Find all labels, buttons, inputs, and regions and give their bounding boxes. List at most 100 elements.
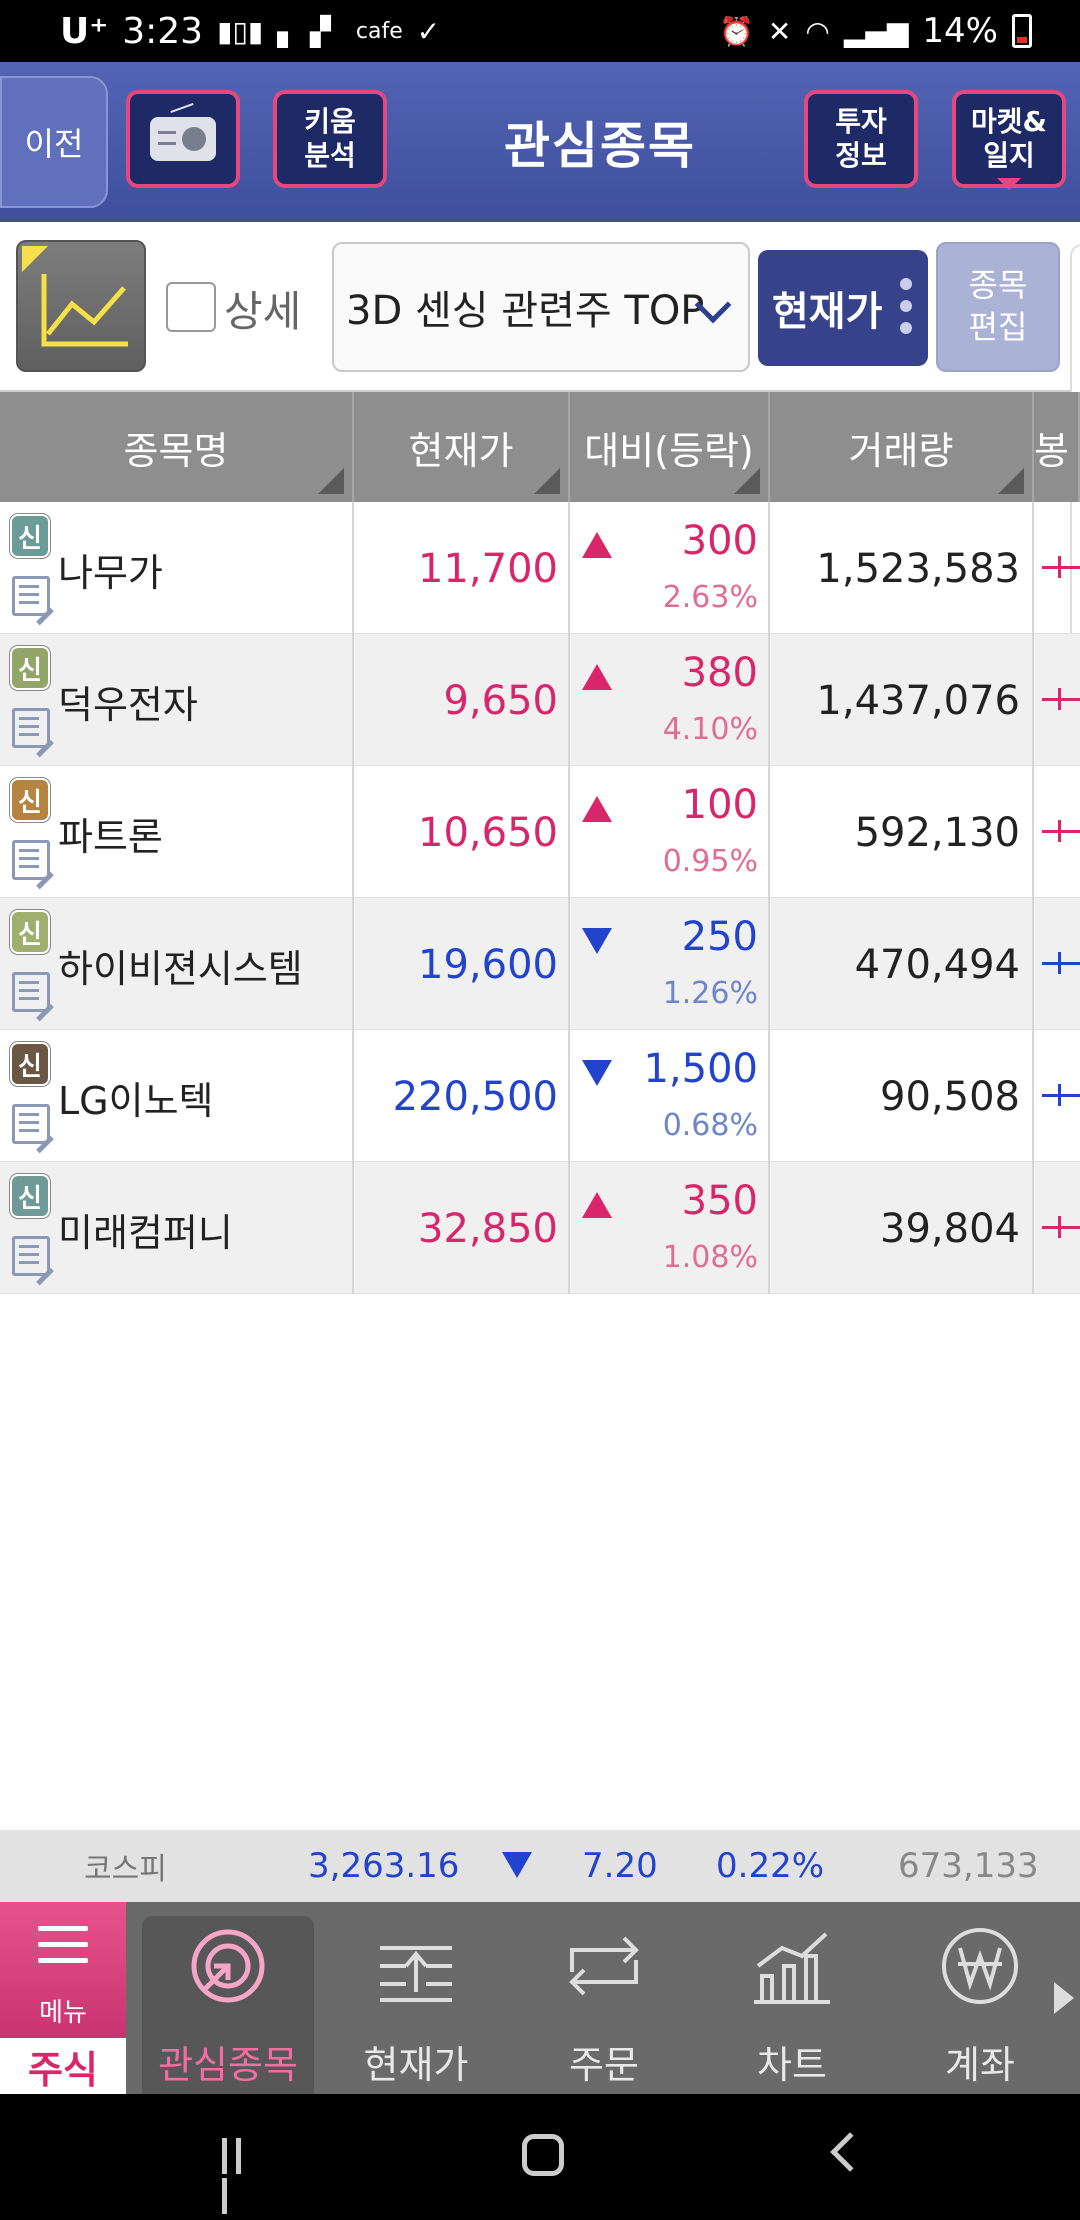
change-value: 350 [681, 1178, 758, 1224]
market-label-line1: 마켓& [971, 105, 1047, 139]
stock-category-tab[interactable]: 주식 [0, 2038, 126, 2094]
change-percent: 0.95% [662, 844, 758, 879]
kiwoom-analysis-button[interactable]: 키움 분석 [273, 90, 387, 188]
current-price-label: 현재가 [772, 289, 883, 335]
scroll-right-icon[interactable] [1054, 1982, 1074, 2014]
volume: 1,523,583 [816, 546, 1020, 592]
change-cell: 380 4.10% [570, 634, 770, 766]
index-name: 코스피 [84, 1852, 167, 1887]
tab-current-price[interactable]: 현재가 [330, 1916, 502, 2094]
up-arrow-icon [582, 1192, 612, 1218]
name-cell: 신 미래컴퍼니 [0, 1162, 354, 1294]
stock-name: 덕우전자 [58, 683, 198, 727]
stock-chart-notification-icon: ▮▯▮ [217, 14, 264, 48]
memo-icon[interactable] [12, 1104, 50, 1144]
down-arrow-icon [582, 1060, 612, 1086]
tab-watchlist[interactable]: 관심종목 [142, 1916, 314, 2094]
table-row[interactable]: 신 덕우전자 9,650 380 4.10% 1,437,076 [0, 634, 1080, 766]
sort-icon [534, 468, 560, 494]
change-cell: 350 1.08% [570, 1162, 770, 1294]
current-price: 19,600 [418, 942, 558, 988]
app-header: 이전 키움 분석 관심종목 투자 정보 마켓& 일지 [0, 62, 1080, 222]
market-label-line2: 일지 [983, 139, 1035, 172]
memo-icon[interactable] [12, 708, 50, 748]
cell-signal-icon: ▂▄▆ [843, 14, 909, 48]
index-volume: 673,133 [898, 1846, 1039, 1886]
header-stock-name[interactable]: 종목명 [0, 392, 354, 502]
table-row[interactable]: 신 하이비젼시스템 19,600 250 1.26% 470,494 [0, 898, 1080, 1030]
tab-account[interactable]: 계좌 [894, 1916, 1066, 2094]
down-arrow-icon [502, 1852, 532, 1878]
index-change: 7.20 [582, 1846, 658, 1886]
clock: 3:23 [122, 10, 204, 52]
volume: 90,508 [880, 1074, 1020, 1120]
credit-badge: 신 [10, 1174, 50, 1218]
menu-button[interactable]: 메뉴 [0, 1902, 126, 2038]
candle-cell [1034, 1030, 1080, 1162]
table-row[interactable]: 신 LG이노텍 220,500 1,500 0.68% 90,508 [0, 1030, 1080, 1162]
market-journal-button[interactable]: 마켓& 일지 [952, 90, 1066, 190]
wifi-icon: ◠ [805, 14, 830, 48]
page-title: 관심종목 [504, 117, 696, 175]
edit-label-line2: 편집 [968, 308, 1028, 346]
home-icon[interactable] [522, 2134, 564, 2176]
memo-icon[interactable] [12, 840, 50, 880]
investment-info-button[interactable]: 투자 정보 [804, 90, 918, 188]
mini-candle-icon [1042, 688, 1080, 710]
stock-name: 미래컴퍼니 [58, 1211, 233, 1255]
detail-checkbox[interactable] [166, 282, 216, 332]
more-options-icon [900, 278, 914, 344]
tab-label: 관심종목 [158, 2043, 298, 2087]
tab-chart[interactable]: 차트 [706, 1916, 878, 2094]
alarm-icon: ⏰ [719, 14, 754, 48]
header-volume[interactable]: 거래량 [770, 392, 1034, 502]
signal-notification-icon: ▖▗▘ [277, 14, 342, 48]
memo-icon[interactable] [12, 972, 50, 1012]
watchlist-group-select[interactable]: 3D 센싱 관련주 TOP [332, 242, 750, 372]
mute-icon: ✕ [767, 14, 792, 48]
name-cell: 신 덕우전자 [0, 634, 354, 766]
memo-icon[interactable] [12, 576, 50, 616]
back-button[interactable]: 이전 [0, 76, 108, 208]
current-price: 9,650 [443, 678, 558, 724]
name-cell: 신 파트론 [0, 766, 354, 898]
stock-name: 파트론 [58, 815, 163, 859]
current-price-button[interactable]: 현재가 [758, 250, 928, 366]
cafe-notification: cafe [355, 18, 403, 44]
name-cell: 신 나무가 [0, 502, 354, 634]
tab-order[interactable]: 주문 [518, 1916, 690, 2094]
chart-toggle-button[interactable] [16, 240, 146, 372]
name-cell: 신 하이비젼시스템 [0, 898, 354, 1030]
candle-cell [1034, 502, 1080, 634]
stock-table: 신 나무가 11,700 300 2.63% 1,523,583 신 덕우전자 9,650 380… [0, 502, 1080, 1294]
menu-label: 메뉴 [39, 1998, 87, 2028]
kiwoom-label-line1: 키움 [304, 105, 356, 139]
change-value: 300 [681, 518, 758, 564]
recent-apps-icon[interactable] [222, 2138, 262, 2214]
edit-label-line1: 종목 [968, 266, 1028, 305]
battery-icon [1012, 14, 1032, 48]
line-chart-icon [41, 274, 128, 347]
back-nav-icon[interactable] [830, 2132, 870, 2172]
index-ticker[interactable]: 코스피 3,263.16 7.20 0.22% 673,133 [0, 1830, 1080, 1902]
table-row[interactable]: 신 미래컴퍼니 32,850 350 1.08% 39,804 [0, 1162, 1080, 1294]
mini-candle-icon [1042, 1216, 1080, 1238]
up-arrow-icon [582, 796, 612, 822]
candle-cell [1034, 1162, 1080, 1294]
header-candle[interactable]: 봉 [1034, 392, 1080, 502]
change-percent: 2.63% [662, 580, 758, 615]
header-price[interactable]: 현재가 [354, 392, 570, 502]
header-change[interactable]: 대비(등락) [570, 392, 770, 502]
memo-icon[interactable] [12, 1236, 50, 1276]
table-row[interactable]: 신 나무가 11,700 300 2.63% 1,523,583 [0, 502, 1080, 634]
price-cell: 32,850 [354, 1162, 570, 1294]
edit-stocks-button[interactable]: 종목 편집 [936, 242, 1060, 372]
battery-percent: 14% [922, 11, 998, 51]
volume-cell: 470,494 [770, 898, 1034, 1030]
change-cell: 250 1.26% [570, 898, 770, 1030]
radio-button[interactable] [126, 90, 240, 188]
price-cell: 220,500 [354, 1030, 570, 1162]
current-price: 11,700 [418, 546, 558, 592]
tab-label: 주문 [569, 2043, 639, 2087]
table-row[interactable]: 신 파트론 10,650 100 0.95% 592,130 [0, 766, 1080, 898]
